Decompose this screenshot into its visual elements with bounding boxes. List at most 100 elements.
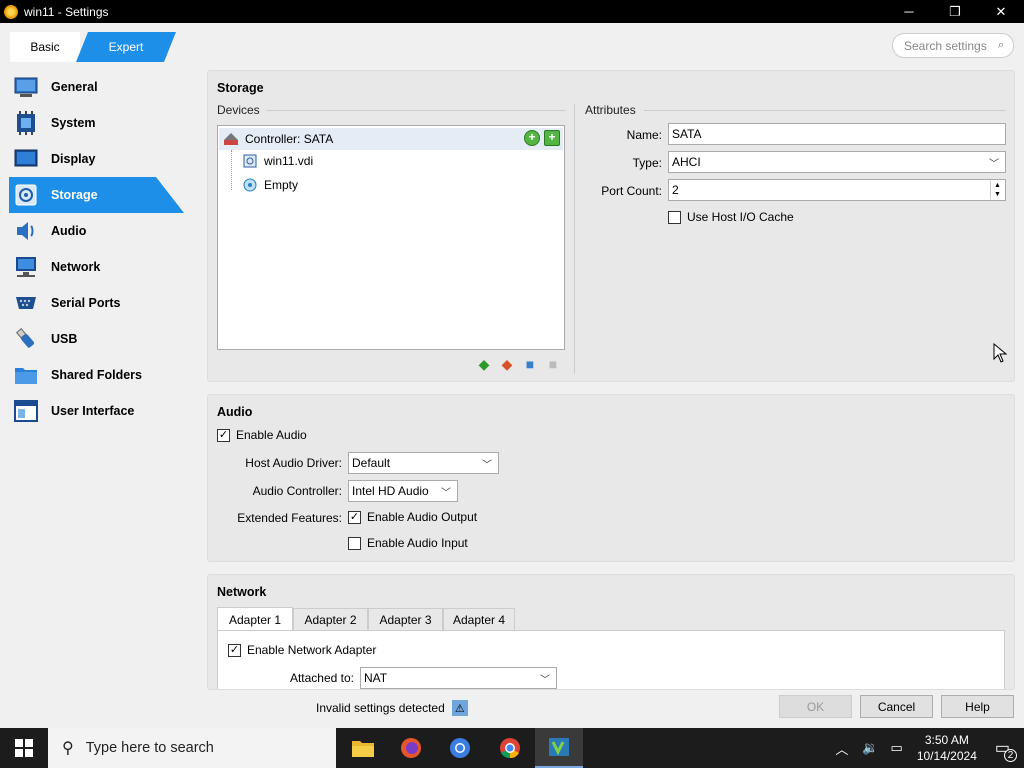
sidebar-item-general[interactable]: General: [0, 69, 200, 105]
clock-time: 3:50 AM: [924, 733, 969, 747]
enable-audio-output-checkbox[interactable]: ✓ Enable Audio Output: [348, 510, 477, 524]
audio-controller-select[interactable]: Intel HD Audio ﹀: [348, 480, 458, 502]
system-tray: ︿ 🔉 ▭ 3:50 AM 10/14/2024 ▭ 2: [827, 728, 1024, 768]
taskbar-search-box[interactable]: ⚲ Type here to search: [48, 728, 336, 768]
sidebar-item-usb[interactable]: USB: [0, 321, 200, 357]
settings-sidebar: General System Display Storage Audio Net…: [0, 69, 200, 429]
network-status-icon[interactable]: ▭: [891, 740, 903, 756]
sidebar-item-network[interactable]: Network: [0, 249, 200, 285]
add-optical-drive-icon[interactable]: +: [524, 130, 540, 146]
basic-mode-tab[interactable]: Basic: [10, 32, 80, 62]
general-icon: [14, 75, 38, 99]
host-io-cache-checkbox[interactable]: Use Host I/O Cache: [668, 210, 794, 224]
add-controller-icon[interactable]: ◆: [475, 355, 493, 373]
checkbox-box: [348, 536, 361, 550]
warning-icon[interactable]: ⚠: [451, 700, 468, 716]
sidebar-item-user-interface[interactable]: User Interface: [0, 393, 200, 429]
chevron-up-icon[interactable]: ︿: [835, 739, 848, 758]
maximize-button[interactable]: ❐: [932, 0, 978, 23]
sidebar-item-label: Display: [51, 152, 96, 166]
enable-audio-input-checkbox[interactable]: Enable Audio Input: [348, 536, 468, 550]
host-io-cache-label: Use Host I/O Cache: [687, 210, 794, 224]
notifications-icon[interactable]: ▭ 2: [995, 738, 1017, 762]
spin-arrows-icon[interactable]: ▲ ▼: [990, 181, 1004, 199]
sidebar-item-shared-folders[interactable]: Shared Folders: [0, 357, 200, 393]
tab-adapter-2[interactable]: Adapter 2: [293, 608, 368, 631]
chevron-down-icon: ﹀: [482, 460, 492, 471]
volume-icon[interactable]: 🔉: [862, 740, 878, 756]
storage-icon: [14, 183, 38, 207]
sidebar-item-storage[interactable]: Storage: [9, 177, 184, 213]
virtualbox-taskbar-button[interactable]: [535, 728, 583, 768]
tree-item-empty[interactable]: Empty: [238, 174, 298, 196]
expert-mode-tab[interactable]: Expert: [76, 32, 176, 62]
tab-adapter-1[interactable]: Adapter 1: [217, 607, 293, 631]
sidebar-item-serial-ports[interactable]: Serial Ports: [0, 285, 200, 321]
storage-devices-tree[interactable]: Controller: SATA + + win11.vdi Empty: [217, 125, 565, 350]
virtualbox-icon: [549, 738, 569, 756]
search-icon: ⌕: [997, 39, 1004, 51]
mode-bar: Basic Expert Search settings ⌕: [0, 23, 1024, 69]
minimize-button[interactable]: ─: [886, 0, 932, 23]
enable-network-adapter-checkbox[interactable]: ✓ Enable Network Adapter: [228, 643, 376, 657]
remove-controller-icon[interactable]: ◆: [498, 355, 516, 373]
close-button[interactable]: ✕: [978, 0, 1024, 23]
search-settings-input[interactable]: Search settings ⌕: [892, 33, 1014, 58]
search-icon: ⚲: [62, 740, 74, 757]
serial-ports-icon: [14, 291, 38, 315]
enable-audio-checkbox[interactable]: ✓ Enable Audio: [217, 428, 307, 442]
chromium-taskbar-button[interactable]: [436, 728, 484, 768]
taskbar-search-placeholder: Type here to search: [85, 740, 214, 756]
tab-adapter-4[interactable]: Adapter 4: [443, 608, 515, 631]
checkbox-box: [668, 210, 681, 224]
driver-value: Default: [352, 456, 391, 470]
host-audio-driver-label: Host Audio Driver:: [245, 456, 342, 470]
sidebar-item-label: Serial Ports: [51, 296, 121, 310]
file-explorer-icon: [352, 741, 374, 757]
mouse-cursor-icon: [993, 343, 1007, 363]
audio-title: Audio: [217, 405, 253, 419]
sidebar-item-system[interactable]: System: [0, 105, 200, 141]
audio-icon: [14, 219, 38, 243]
host-audio-driver-select[interactable]: Default ﹀: [348, 452, 499, 474]
port-count-spinbox[interactable]: 2 ▲ ▼: [668, 179, 1006, 201]
tree-item-vdi[interactable]: win11.vdi: [238, 150, 313, 172]
sidebar-item-label: Network: [51, 260, 101, 274]
help-button[interactable]: Help: [941, 695, 1014, 718]
firefox-taskbar-button[interactable]: [387, 728, 435, 768]
chrome-taskbar-button[interactable]: [486, 728, 534, 768]
taskbar-clock[interactable]: 3:50 AM 10/14/2024: [917, 732, 977, 764]
controller-type-select[interactable]: AHCI ﹀: [668, 151, 1006, 173]
cancel-button[interactable]: Cancel: [860, 695, 933, 718]
sidebar-item-display[interactable]: Display: [0, 141, 200, 177]
attributes-label: Attributes: [585, 103, 636, 117]
file-explorer-taskbar-button[interactable]: [339, 728, 387, 768]
tab-adapter-3[interactable]: Adapter 3: [368, 608, 443, 631]
sidebar-item-label: User Interface: [51, 404, 135, 418]
controller-name-input[interactable]: SATA: [668, 123, 1006, 145]
notification-count-badge: 2: [1004, 749, 1017, 762]
virtualbox-app-icon: [4, 4, 18, 19]
type-value: AHCI: [672, 155, 701, 169]
add-hard-disk-icon[interactable]: +: [544, 130, 560, 146]
ok-button[interactable]: OK: [779, 695, 852, 718]
port-count-value: 2: [672, 183, 679, 197]
attached-to-select[interactable]: NAT ﹀: [360, 667, 557, 689]
controller-value: Intel HD Audio: [352, 484, 429, 498]
search-placeholder: Search settings: [904, 38, 987, 53]
hard-disk-icon: [242, 153, 258, 169]
user-interface-icon: [14, 399, 38, 423]
audio-input-label: Enable Audio Input: [367, 536, 468, 550]
start-button[interactable]: [0, 728, 48, 768]
add-attachment-icon[interactable]: ■: [521, 355, 539, 373]
firefox-icon: [401, 738, 421, 758]
type-label: Type:: [632, 156, 662, 170]
sidebar-item-label: Storage: [51, 188, 98, 202]
tree-controller-row[interactable]: Controller: SATA: [219, 128, 563, 150]
windows-taskbar: ⚲ Type here to search ︿ 🔉 ▭ 3:50 AM 10/1…: [0, 728, 1024, 768]
window-title: win11 - Settings: [24, 4, 109, 19]
checkbox-box: ✓: [348, 510, 361, 524]
network-icon: [14, 255, 38, 279]
sidebar-item-audio[interactable]: Audio: [0, 213, 200, 249]
invalid-settings-indicator[interactable]: Invalid settings detected ⚠: [316, 700, 468, 716]
